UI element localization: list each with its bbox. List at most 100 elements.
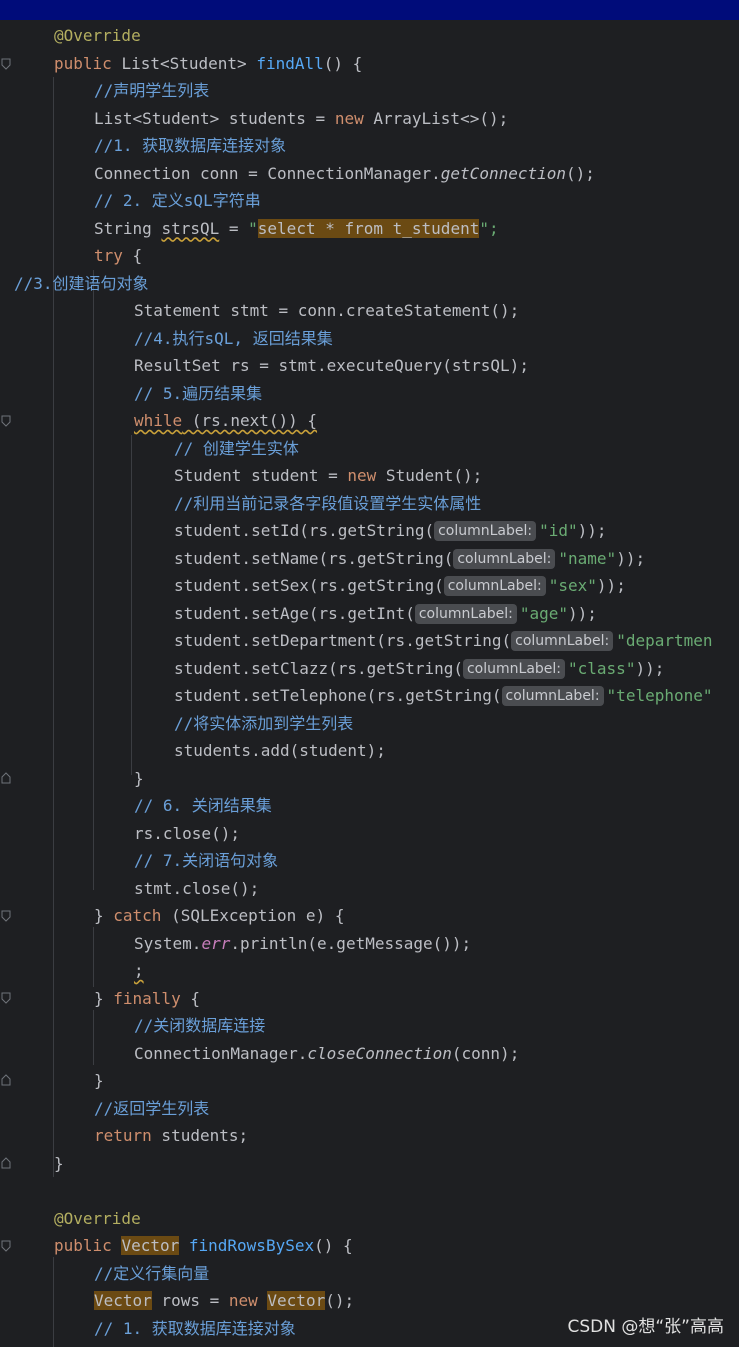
code-text: rows = [151,1291,229,1310]
code-text: { [122,246,143,265]
keyword: public [54,1236,112,1255]
code-text: System. [134,933,202,953]
code-line[interactable]: // 创建学生实体 [174,435,299,463]
indent-guide [53,1257,54,1347]
code-text: student.setAge(rs.getInt( [174,603,415,623]
code-text: )); [616,548,646,568]
code-line[interactable]: student.setDepartment(rs.getString(colum… [174,627,713,655]
code-line[interactable]: Vector rows = new Vector(); [94,1287,354,1315]
code-line[interactable]: //将实体添加到学生列表 [174,710,353,738]
code-line[interactable]: // 5.遍历结果集 [134,380,262,408]
method-name: getConnection [440,163,567,183]
code-line[interactable]: // 7.关闭语句对象 [134,847,278,875]
code-line[interactable]: student.setAge(rs.getInt(columnLabel: "ag… [174,600,597,628]
code-line[interactable]: // 2. 定义sQL字符串 [94,187,261,215]
code-text: () { [314,1236,353,1255]
code-line[interactable]: ConnectionManager.closeConnection(conn); [134,1040,519,1068]
code-text: student.setSex(rs.getString( [174,576,444,595]
fold-open-icon[interactable] [1,58,11,70]
code-line[interactable]: student.setName(rs.getString(columnLabel… [174,545,645,573]
code-text: ; [134,961,144,980]
code-line[interactable]: while (rs.next()) { [134,407,317,435]
fold-open-icon[interactable] [1,415,11,427]
code-line[interactable]: return students; [94,1122,248,1150]
annotation: @Override [54,26,141,45]
parameter-hint: columnLabel: [462,658,566,679]
code-line[interactable]: @Override [54,1205,141,1233]
keyword: catch [113,906,162,925]
code-line[interactable]: System.err.println(e.getMessage()); [134,930,471,958]
code-line[interactable]: //返回学生列表 [94,1095,209,1123]
code-text: (rs.next()) { [182,411,318,430]
code-line[interactable]: //关闭数据库连接 [134,1012,265,1040]
code-line[interactable]: //利用当前记录各字段值设置学生实体属性 [174,490,481,518]
code-text: student.setName(rs.getString( [174,548,454,568]
code-line[interactable]: ; [134,957,144,985]
code-line[interactable]: Statement stmt = conn.createStatement(); [134,297,519,325]
fold-close-icon[interactable] [1,1074,11,1086]
fold-open-icon[interactable] [1,992,11,1004]
string-literal: "id" [539,521,578,540]
keyword: new [347,466,377,485]
code-line[interactable]: ResultSet rs = stmt.executeQuery(strsQL)… [134,352,529,380]
string-literal: "departmen [616,631,713,650]
code-line[interactable]: //3.创建语句对象 [14,270,149,298]
code-line[interactable]: // 1. 获取数据库连接对象 [94,1315,296,1343]
parameter-hint: columnLabel: [511,631,614,651]
code-line[interactable]: String strsQL = "select * from t_student… [94,215,499,243]
fold-close-icon[interactable] [1,772,11,784]
code-line[interactable]: Connection conn = ConnectionManager.getC… [94,160,595,188]
code-text: students.add(student); [174,741,386,760]
code-line[interactable]: student.setSex(rs.getString(columnLabel:… [174,572,626,600]
code-line[interactable]: students.add(student); [174,737,386,765]
comment: //将实体添加到学生列表 [174,713,354,733]
fold-open-icon[interactable] [1,1240,11,1252]
parameter-hint: columnLabel: [434,521,537,541]
code-line[interactable]: } [54,1150,64,1178]
code-text: )); [596,576,626,595]
code-text: List<Student> [121,53,247,73]
code-line[interactable]: } [134,765,144,793]
code-line[interactable]: student.setId(rs.getString(columnLabel: "… [174,517,607,545]
code-line[interactable]: student.setTelephone(rs.getString(column… [174,682,713,710]
keyword: try [94,246,123,265]
method-name: findRowsBySex [188,1236,315,1255]
code-line[interactable]: //4.执行sQL, 返回结果集 [134,325,333,353]
code-line[interactable]: rs.close(); [134,820,240,848]
static-field: err [201,933,231,953]
comment: //返回学生列表 [94,1098,210,1118]
comment: // 5.遍历结果集 [134,383,263,403]
fold-close-icon[interactable] [1,1157,11,1169]
string-quote: " [248,218,258,238]
code-line[interactable]: } finally { [94,985,200,1013]
code-line[interactable]: @Override [54,22,141,50]
indent-guide [93,270,94,890]
code-text: String [94,218,162,238]
comment: // 1. 获取数据库连接对象 [94,1318,296,1338]
code-text: } [94,1071,104,1090]
code-text: { [180,988,200,1008]
code-line[interactable]: public List<Student> findAll() { [54,50,362,78]
code-line[interactable]: public Vector findRowsBySex() { [54,1232,353,1260]
code-text: ResultSet rs = stmt.executeQuery(strsQL)… [134,356,529,375]
string-literal: "age" [519,603,569,623]
comment: //定义行集向量 [94,1263,210,1283]
fold-open-icon[interactable] [1,910,11,922]
code-line[interactable]: stmt.close(); [134,875,259,903]
code-line[interactable]: //定义行集向量 [94,1260,209,1288]
code-line[interactable]: //1. 获取数据库连接对象 [94,132,286,160]
code-text: Connection conn = ConnectionManager. [94,163,441,183]
code-editor[interactable]: @Override public List<Student> findAll()… [0,22,739,1347]
comment: //声明学生列表 [94,81,210,100]
code-line[interactable]: } [94,1067,104,1095]
code-line[interactable]: List<Student> students = new ArrayList<>… [94,105,508,133]
code-text: Student(); [376,466,483,485]
code-line[interactable]: try { [94,242,142,270]
code-line[interactable]: //声明学生列表 [94,77,209,105]
method-name: closeConnection [307,1043,452,1063]
code-line[interactable]: student.setClazz(rs.getString(columnLabe… [174,655,664,683]
code-text: (conn); [451,1043,520,1063]
code-line[interactable]: } catch (SQLException e) { [94,902,344,930]
code-line[interactable]: Student student = new Student(); [174,462,482,490]
code-line[interactable]: // 6. 关闭结果集 [134,792,272,820]
